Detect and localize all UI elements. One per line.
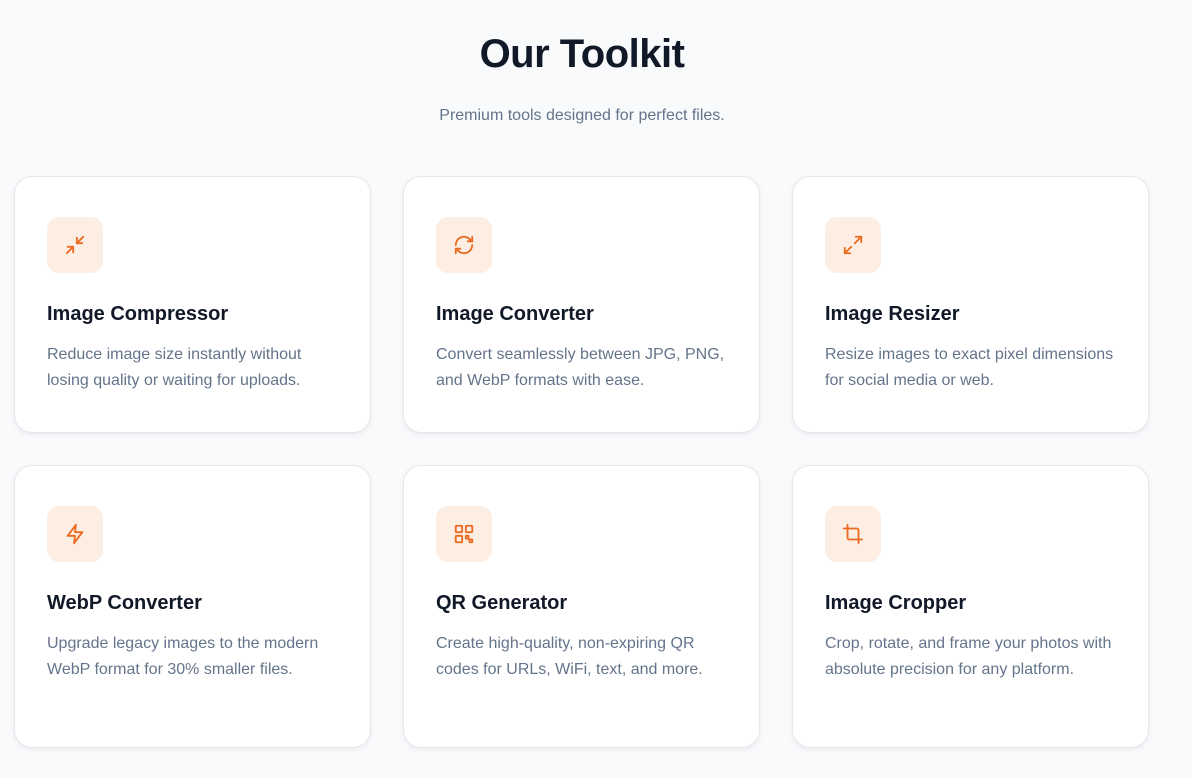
tool-title: Image Cropper [825,592,967,614]
lightning-bolt-icon [47,506,103,562]
tool-title: Image Converter [436,303,594,325]
tool-title: QR Generator [436,592,568,614]
crop-icon [825,506,881,562]
page-subtitle: Premium tools designed for perfect files… [439,107,725,124]
tool-card-image-converter[interactable]: Image Converter Convert seamlessly betwe… [403,176,760,433]
tool-title: WebP Converter [47,592,202,614]
tool-card-qr-generator[interactable]: QR Generator Create high-quality, non-ex… [403,465,760,748]
tools-grid: Image Compressor Reduce image size insta… [14,176,1150,748]
expand-arrows-icon [825,217,881,273]
tool-card-image-resizer[interactable]: Image Resizer Resize images to exact pix… [792,176,1149,433]
tool-card-image-compressor[interactable]: Image Compressor Reduce image size insta… [14,176,371,433]
refresh-cycle-icon [436,217,492,273]
tool-description: Resize images to exact pixel dimensions … [825,346,1114,389]
tool-card-image-cropper[interactable]: Image Cropper Crop, rotate, and frame yo… [792,465,1149,748]
tool-description: Upgrade legacy images to the modern WebP… [47,635,319,678]
tool-title: Image Compressor [47,303,229,325]
compress-arrows-icon [47,217,103,273]
tool-title: Image Resizer [825,303,960,325]
tool-description: Crop, rotate, and frame your photos with… [825,635,1112,678]
qr-code-icon [436,506,492,562]
page-title: Our Toolkit [479,32,685,76]
tool-card-webp-converter[interactable]: WebP Converter Upgrade legacy images to … [14,465,371,748]
tool-description: Reduce image size instantly without losi… [47,346,302,389]
tool-description: Convert seamlessly between JPG, PNG, and… [436,346,725,389]
tool-description: Create high-quality, non-expiring QR cod… [436,635,703,678]
